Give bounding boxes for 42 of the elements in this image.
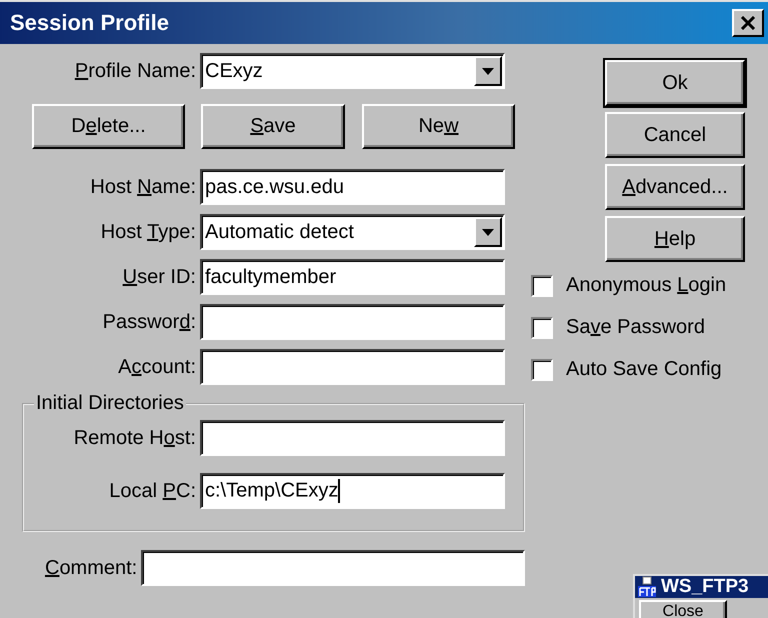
window-title: WS_FTP3 xyxy=(661,576,749,598)
close-button[interactable] xyxy=(732,9,764,37)
dropdown-button[interactable] xyxy=(474,56,502,86)
field-label: Host Type: xyxy=(100,220,197,244)
checkbox-label[interactable]: Anonymous Login xyxy=(566,274,726,297)
dialog-button[interactable]: Cancel xyxy=(605,112,745,158)
ftp-icon xyxy=(637,576,659,598)
field-label: Local PC: xyxy=(108,480,197,502)
field-label: Comment: xyxy=(44,556,138,580)
dialog-button[interactable]: Advanced... xyxy=(605,164,745,210)
dropdown-field[interactable]: CExyz xyxy=(200,53,505,89)
dialog-button[interactable]: Ok xyxy=(605,60,745,106)
input-field[interactable] xyxy=(200,304,505,340)
field-label: Host Name: xyxy=(89,176,197,198)
checkbox-label[interactable]: Save Password xyxy=(566,316,705,339)
down-triangle-icon xyxy=(482,228,494,236)
profile-button[interactable]: Save xyxy=(201,104,345,149)
field-label: Profile Name: xyxy=(74,60,197,82)
group-title: Initial Directories xyxy=(35,392,185,415)
input-field[interactable]: pas.ce.wsu.edu xyxy=(200,169,505,205)
down-triangle-icon xyxy=(482,68,494,74)
dialog-button[interactable]: Help xyxy=(605,216,745,262)
checkbox-label[interactable]: Auto Save Config xyxy=(566,358,722,381)
profile-button[interactable]: Delete... xyxy=(32,104,185,149)
field-label: Password: xyxy=(102,310,197,334)
field-label: Remote Host: xyxy=(72,426,197,450)
close-icon xyxy=(740,16,756,30)
checkbox[interactable] xyxy=(531,316,553,338)
checkbox[interactable] xyxy=(531,358,553,380)
field-label: User ID: xyxy=(122,266,197,288)
checkbox[interactable] xyxy=(531,274,553,296)
field-label: Account: xyxy=(117,356,197,378)
input-field[interactable]: facultymember xyxy=(200,259,505,295)
dropdown-button[interactable] xyxy=(474,217,502,247)
input-field[interactable] xyxy=(200,420,505,456)
close-button[interactable]: Close xyxy=(639,600,727,618)
input-field[interactable] xyxy=(200,349,505,385)
window-title: Session Profile xyxy=(10,10,169,36)
dropdown-field[interactable]: Automatic detect xyxy=(200,214,505,250)
input-field[interactable] xyxy=(141,550,525,586)
profile-button[interactable]: New xyxy=(362,104,515,149)
input-field[interactable]: c:\Temp\CExyz xyxy=(200,473,505,509)
